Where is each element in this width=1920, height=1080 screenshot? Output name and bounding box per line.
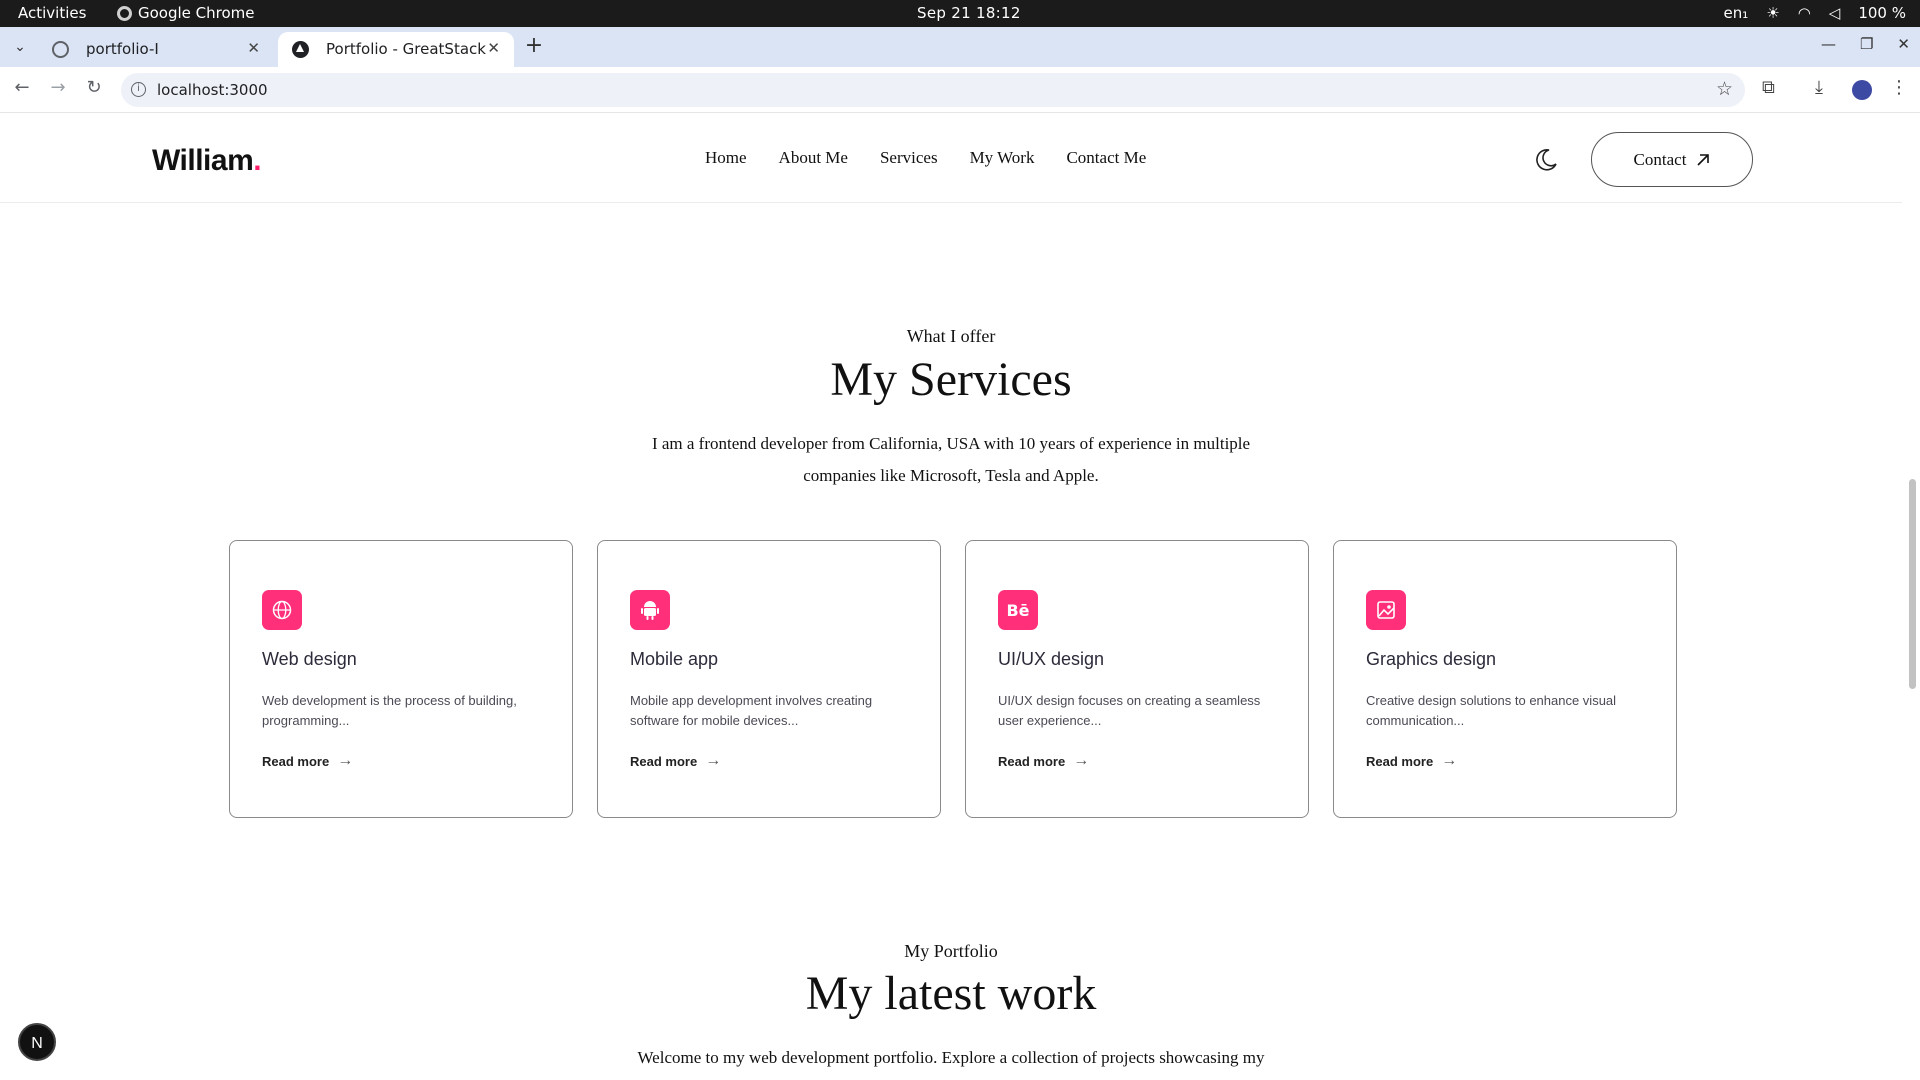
read-more-link[interactable]: Read more → (1366, 752, 1457, 770)
restore-icon[interactable]: ❐ (1860, 35, 1873, 53)
image-icon (1366, 590, 1406, 630)
service-card-ui-ux-design[interactable]: Bē UI/UX design UI/UX design focuses on … (965, 540, 1309, 818)
activities-button[interactable]: Activities (18, 4, 86, 22)
contact-button[interactable]: Contact (1591, 132, 1753, 187)
logo-text: William (152, 144, 254, 177)
nextjs-dev-badge[interactable]: N (18, 1023, 56, 1061)
tab-strip: ⌄ portfolio-I ✕ Portfolio - GreatStack ✕… (0, 27, 1920, 67)
service-title: Graphics design (1366, 649, 1497, 669)
tab-close-icon[interactable]: ✕ (487, 39, 500, 57)
battery-label: 100 % (1858, 4, 1906, 22)
os-top-bar: Activities Google Chrome Sep 21 18:12 en… (0, 0, 1920, 27)
service-card-graphics-design[interactable]: Graphics design Creative design solution… (1333, 540, 1677, 818)
site-header: William. Home About Me Services My Work … (0, 114, 1902, 203)
clock[interactable]: Sep 21 18:12 (917, 4, 1021, 22)
address-bar[interactable]: i localhost:3000 ☆ (121, 73, 1745, 107)
arrow-up-right-icon (1697, 153, 1710, 166)
minimize-icon[interactable]: — (1821, 35, 1836, 53)
arrow-right-icon: → (337, 752, 354, 769)
app-name: Google Chrome (138, 4, 255, 22)
logo-dot: . (253, 144, 262, 177)
forward-icon[interactable]: → (45, 77, 71, 98)
system-tray[interactable]: en₁ ☀ ◠ ◁ 100 % (1724, 4, 1907, 22)
download-icon[interactable]: ⤓ (1815, 77, 1823, 98)
arrow-right-icon: → (1441, 752, 1458, 769)
service-desc: Mobile app development involves creating… (630, 693, 873, 728)
app-menu[interactable]: Google Chrome (117, 4, 255, 22)
window-controls: — ❐ ✕ (1821, 35, 1910, 53)
work-description: Welcome to my web development portfolio.… (637, 1048, 1265, 1067)
favicon-icon (292, 41, 309, 58)
nav-contact-me[interactable]: Contact Me (1066, 148, 1146, 168)
wifi-icon: ◠ (1797, 4, 1811, 22)
service-title: UI/UX design (998, 649, 1105, 669)
arrow-right-icon: → (705, 752, 722, 769)
read-more-label: Read more (262, 753, 330, 769)
close-window-icon[interactable]: ✕ (1897, 35, 1910, 53)
services-subtitle: What I offer (906, 326, 996, 346)
profile-avatar[interactable] (1852, 80, 1872, 100)
main-menu: Home About Me Services My Work Contact M… (705, 148, 1146, 168)
work-title: My latest work (805, 967, 1097, 1020)
services-cards: Web design Web development is the proces… (229, 540, 1677, 818)
read-more-label: Read more (630, 753, 698, 769)
favicon-icon (52, 41, 69, 58)
site-logo[interactable]: William. (152, 144, 262, 178)
volume-icon: ◁ (1828, 4, 1841, 22)
site-info-icon[interactable]: i (131, 82, 146, 97)
chrome-icon (117, 5, 132, 21)
read-more-link[interactable]: Read more → (262, 752, 353, 770)
tab-title: Portfolio - GreatStack (326, 40, 486, 58)
browser-toolbar: ← → ↻ i localhost:3000 ☆ ⧉ ⤓ ⋮ (0, 67, 1920, 113)
read-more-label: Read more (998, 753, 1066, 769)
menu-kebab-icon[interactable]: ⋮ (1890, 77, 1908, 98)
read-more-link[interactable]: Read more → (630, 752, 721, 770)
bookmark-star-icon[interactable]: ☆ (1716, 78, 1733, 100)
service-title: Web design (262, 649, 357, 669)
nav-services[interactable]: Services (880, 148, 938, 168)
moon-icon[interactable] (1533, 147, 1559, 173)
behance-icon: Bē (998, 590, 1038, 630)
nav-my-work[interactable]: My Work (970, 148, 1035, 168)
services-title: My Services (830, 353, 1072, 406)
arrow-right-icon: → (1073, 752, 1090, 769)
page-scrollbar[interactable] (1909, 479, 1916, 689)
contact-label: Contact (1633, 149, 1687, 169)
brightness-icon: ☀ (1766, 4, 1780, 22)
reload-icon[interactable]: ↻ (81, 77, 107, 98)
service-desc: Creative design solutions to enhance vis… (1366, 693, 1617, 728)
language-indicator[interactable]: en₁ (1724, 4, 1749, 22)
service-card-mobile-app[interactable]: Mobile app Mobile app development involv… (597, 540, 941, 818)
service-title: Mobile app (630, 649, 719, 669)
globe-icon (262, 590, 302, 630)
android-icon (630, 590, 670, 630)
tab-portfolio-greatstack[interactable]: Portfolio - GreatStack ✕ (278, 32, 514, 67)
back-icon[interactable]: ← (9, 77, 35, 98)
extensions-icon[interactable]: ⧉ (1762, 77, 1775, 98)
tab-portfolio-i[interactable]: portfolio-I ✕ (38, 32, 274, 67)
service-desc: Web development is the process of buildi… (262, 693, 517, 728)
url-text[interactable]: localhost:3000 (157, 81, 268, 99)
nav-home[interactable]: Home (705, 148, 747, 168)
read-more-link[interactable]: Read more → (998, 752, 1089, 770)
work-subtitle: My Portfolio (904, 941, 998, 961)
service-card-web-design[interactable]: Web design Web development is the proces… (229, 540, 573, 818)
read-more-label: Read more (1366, 753, 1434, 769)
tab-title: portfolio-I (86, 40, 159, 58)
page-viewport: William. Home About Me Services My Work … (0, 114, 1920, 1080)
service-desc: UI/UX design focuses on creating a seaml… (998, 693, 1261, 728)
tab-close-icon[interactable]: ✕ (247, 39, 260, 57)
services-description: I am a frontend developer from Californi… (651, 434, 1251, 485)
tab-search-button[interactable]: ⌄ (8, 35, 32, 59)
new-tab-button[interactable]: + (520, 33, 548, 58)
nav-about-me[interactable]: About Me (779, 148, 848, 168)
